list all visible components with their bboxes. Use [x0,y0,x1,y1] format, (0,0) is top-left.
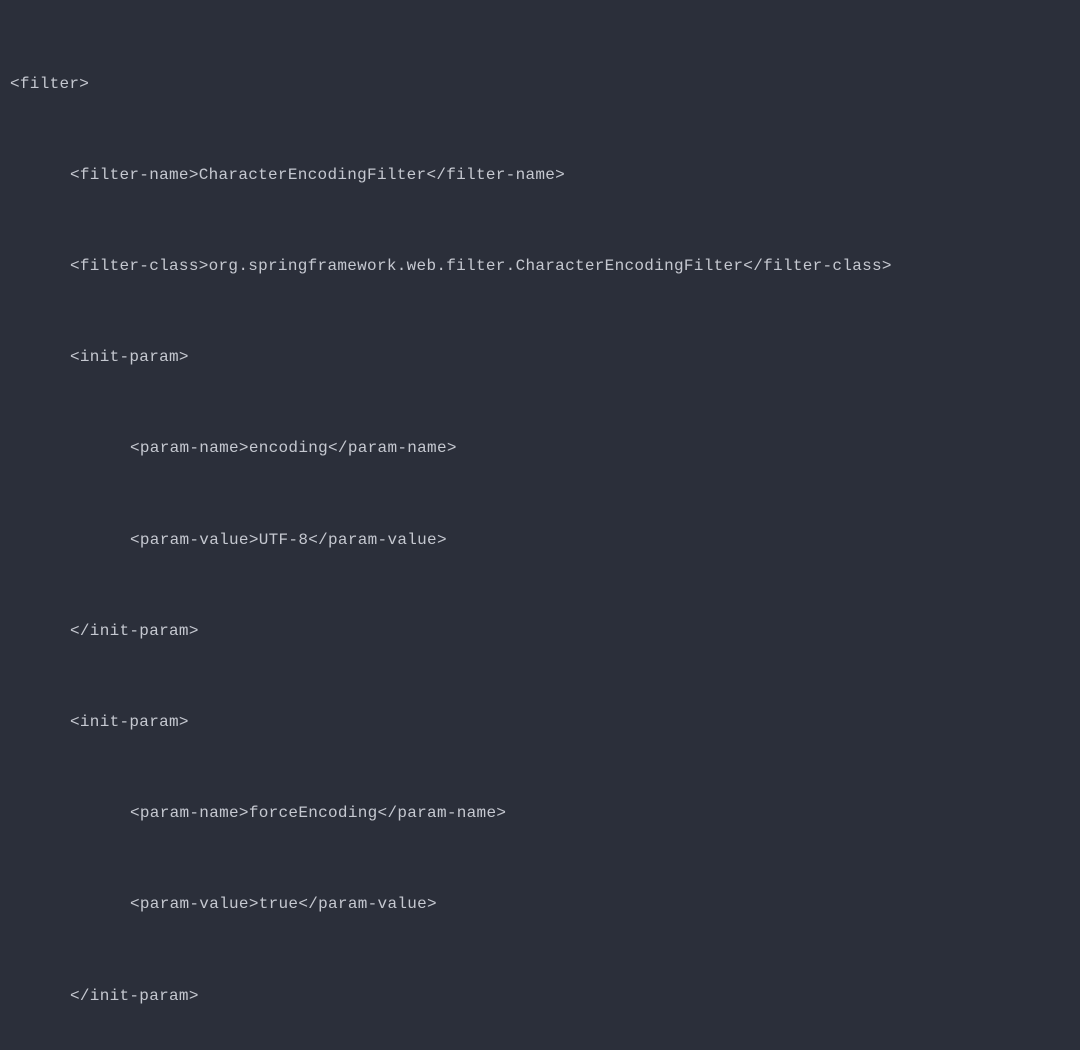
code-line: <param-value>true</param-value> [10,889,1070,919]
code-line: </init-param> [10,616,1070,646]
code-line: <init-param> [10,342,1070,372]
code-line: <param-name>forceEncoding</param-name> [10,798,1070,828]
code-line: <init-param> [10,707,1070,737]
code-line: <filter-class>org.springframework.web.fi… [10,251,1070,281]
code-line: </init-param> [10,981,1070,1011]
code-line: <filter-name>CharacterEncodingFilter</fi… [10,160,1070,190]
code-line: <param-name>encoding</param-name> [10,433,1070,463]
code-line: <filter> [10,69,1070,99]
xml-code-block: <filter> <filter-name>CharacterEncodingF… [10,8,1070,1050]
code-line: <param-value>UTF-8</param-value> [10,525,1070,555]
